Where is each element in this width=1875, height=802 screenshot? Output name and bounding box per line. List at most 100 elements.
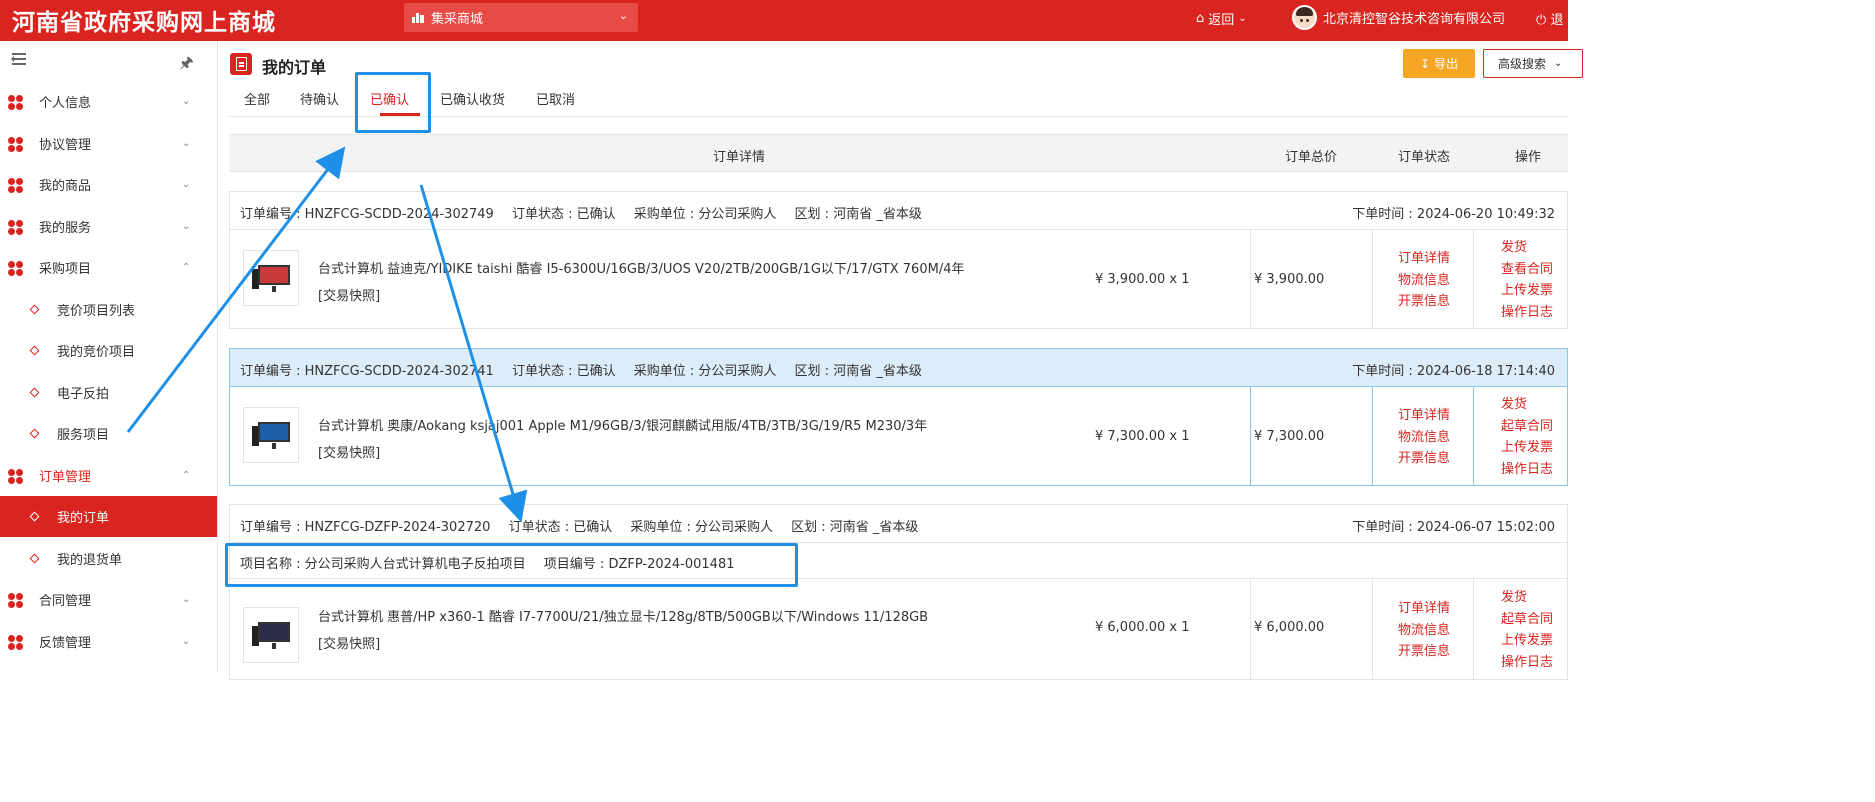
clover-icon xyxy=(8,137,23,152)
clover-icon xyxy=(8,469,23,484)
sidebar-item-reverse-auction[interactable]: 电子反拍 xyxy=(0,372,217,413)
annotation-box-project-info xyxy=(225,543,798,587)
header-order-detail: 订单详情 xyxy=(713,150,766,165)
draft-contract-link[interactable]: 起草合同 xyxy=(1501,609,1553,631)
snapshot-link[interactable]: [交易快照] xyxy=(318,442,380,461)
order-header: 订单编号 : HNZFCG-SCDD-2024-302741 订单状态 : 已确… xyxy=(230,349,1567,387)
sidebar-item-contracts[interactable]: 合同管理 ⌄ xyxy=(0,579,217,620)
order-detail-link[interactable]: 订单详情 xyxy=(1398,598,1450,620)
logout-label: 退 xyxy=(1550,13,1564,28)
operation-log-link[interactable]: 操作日志 xyxy=(1501,652,1553,674)
advanced-search-button[interactable]: 高级搜索 ⌄ xyxy=(1483,49,1583,78)
product-name[interactable]: 台式计算机 益迪克/YIDIKE taishi 酷睿 I5-6300U/16GB… xyxy=(318,258,964,277)
invoice-info-link[interactable]: 开票信息 xyxy=(1398,641,1450,663)
unit-price: ¥ 3,900.00 x 1 xyxy=(1095,272,1190,287)
operation-links: 发货 起草合同 上传发票 操作日志 xyxy=(1501,394,1553,480)
operation-log-link[interactable]: 操作日志 xyxy=(1501,302,1553,324)
invoice-info-link[interactable]: 开票信息 xyxy=(1398,291,1450,313)
back-label: 返回 xyxy=(1208,13,1235,28)
region: 区划 : 河南省 _省本级 xyxy=(794,207,922,222)
sidebar-item-my-products[interactable]: 我的商品 ⌄ xyxy=(0,164,217,205)
home-icon: ⌂ xyxy=(1196,11,1205,26)
ship-link[interactable]: 发货 xyxy=(1501,587,1553,609)
tab-pending[interactable]: 待确认 xyxy=(300,89,339,108)
snapshot-link[interactable]: [交易快照] xyxy=(318,633,380,652)
product-image[interactable] xyxy=(243,607,299,663)
order-card: 订单编号 : HNZFCG-DZFP-2024-302720 订单状态 : 已确… xyxy=(229,504,1568,680)
pin-icon[interactable]: 🖈 xyxy=(179,52,194,79)
order-status: 订单状态 : 已确认 xyxy=(508,520,613,535)
document-icon xyxy=(230,53,252,75)
order-time: 下单时间 : 2024-06-20 10:49:32 xyxy=(1352,207,1555,222)
logistics-link[interactable]: 物流信息 xyxy=(1398,270,1450,292)
clover-icon xyxy=(8,178,23,193)
header-order-status: 订单状态 xyxy=(1398,150,1451,165)
chevron-up-icon: ⌃ xyxy=(182,262,191,273)
sidebar-item-my-bidding[interactable]: 我的竞价项目 xyxy=(0,330,217,371)
sidebar-item-my-returns[interactable]: 我的退货单 xyxy=(0,538,217,579)
purchasing-unit: 采购单位 : 分公司采购人 xyxy=(633,207,777,222)
order-detail-link[interactable]: 订单详情 xyxy=(1398,248,1450,270)
export-label: 导出 xyxy=(1434,57,1459,71)
chevron-up-icon: ⌃ xyxy=(182,470,191,481)
clover-icon xyxy=(8,593,23,608)
annotation-box-confirmed-tab xyxy=(355,72,431,133)
product-name[interactable]: 台式计算机 奥康/Aokang ksjaj001 Apple M1/96GB/3… xyxy=(318,415,927,434)
logistics-link[interactable]: 物流信息 xyxy=(1398,620,1450,642)
mall-selector[interactable]: 集采商城 ⌄ xyxy=(404,3,638,32)
sidebar-item-my-services[interactable]: 我的服务 ⌄ xyxy=(0,206,217,247)
sidebar-item-personal-info[interactable]: 个人信息 ⌄ xyxy=(0,81,217,122)
sidebar-item-order-management[interactable]: 订单管理 ⌃ xyxy=(0,455,217,496)
order-body: 台式计算机 奥康/Aokang ksjaj001 Apple M1/96GB/3… xyxy=(230,387,1567,485)
order-body: 台式计算机 益迪克/YIDIKE taishi 酷睿 I5-6300U/16GB… xyxy=(230,230,1567,328)
top-bar: 河南省政府采购网上商城 集采商城 ⌄ ⌂ 返回 ⌄ 北京清控智谷技术咨询有限公司… xyxy=(0,0,1568,41)
ship-link[interactable]: 发货 xyxy=(1501,237,1553,259)
unit-price: ¥ 7,300.00 x 1 xyxy=(1095,429,1190,444)
product-image[interactable] xyxy=(243,250,299,306)
chevron-down-icon: ⌄ xyxy=(1238,13,1247,24)
status-links: 订单详情 物流信息 开票信息 xyxy=(1398,598,1450,663)
collapse-menu-icon[interactable] xyxy=(8,52,26,66)
operation-log-link[interactable]: 操作日志 xyxy=(1501,459,1553,481)
ship-link[interactable]: 发货 xyxy=(1501,394,1553,416)
order-status: 订单状态 : 已确认 xyxy=(511,207,616,222)
order-number: 订单编号 : HNZFCG-SCDD-2024-302749 xyxy=(240,207,494,222)
download-icon: ↧ xyxy=(1419,56,1431,71)
chevron-down-icon: ⌄ xyxy=(182,179,191,190)
diamond-icon xyxy=(29,345,40,356)
chevron-down-icon: ⌄ xyxy=(182,636,191,647)
upload-invoice-link[interactable]: 上传发票 xyxy=(1501,280,1553,302)
sidebar-item-agreement[interactable]: 协议管理 ⌄ xyxy=(0,123,217,164)
table-header: 订单详情 订单总价 订单状态 操作 xyxy=(229,134,1568,172)
clover-icon xyxy=(8,635,23,650)
order-header: 订单编号 : HNZFCG-SCDD-2024-302749 订单状态 : 已确… xyxy=(230,192,1567,230)
tab-cancelled[interactable]: 已取消 xyxy=(536,89,575,108)
product-image[interactable] xyxy=(243,407,299,463)
tab-received[interactable]: 已确认收货 xyxy=(440,89,505,108)
export-button[interactable]: ↧ 导出 xyxy=(1403,49,1475,78)
company-name: 北京清控智谷技术咨询有限公司 xyxy=(1323,12,1506,27)
chevron-down-icon: ⌄ xyxy=(618,9,628,22)
user-menu[interactable]: 北京清控智谷技术咨询有限公司 xyxy=(1292,5,1505,30)
view-contract-link[interactable]: 查看合同 xyxy=(1501,259,1553,281)
sidebar-item-procurement[interactable]: 采购项目 ⌃ xyxy=(0,247,217,288)
sidebar-item-feedback[interactable]: 反馈管理 ⌄ xyxy=(0,621,217,662)
draft-contract-link[interactable]: 起草合同 xyxy=(1501,416,1553,438)
sidebar-item-service-projects[interactable]: 服务项目 xyxy=(0,413,217,454)
logistics-link[interactable]: 物流信息 xyxy=(1398,427,1450,449)
invoice-info-link[interactable]: 开票信息 xyxy=(1398,448,1450,470)
order-total: ¥ 6,000.00 xyxy=(1254,620,1325,635)
site-title: 河南省政府采购网上商城 xyxy=(12,9,276,36)
sidebar-item-my-orders[interactable]: 我的订单 xyxy=(0,496,217,537)
back-link[interactable]: ⌂ 返回 ⌄ xyxy=(1196,9,1247,28)
tab-all[interactable]: 全部 xyxy=(244,89,270,108)
order-total: ¥ 7,300.00 xyxy=(1254,429,1325,444)
product-name[interactable]: 台式计算机 惠普/HP x360-1 酷睿 I7-7700U/21/独立显卡/1… xyxy=(318,606,928,625)
snapshot-link[interactable]: [交易快照] xyxy=(318,285,380,304)
logout-button[interactable]: ⏻ 退 xyxy=(1536,9,1563,28)
upload-invoice-link[interactable]: 上传发票 xyxy=(1501,630,1553,652)
upload-invoice-link[interactable]: 上传发票 xyxy=(1501,437,1553,459)
sidebar-item-bidding-list[interactable]: 竞价项目列表 xyxy=(0,289,217,330)
order-detail-link[interactable]: 订单详情 xyxy=(1398,405,1450,427)
chevron-down-icon: ⌄ xyxy=(182,221,191,232)
